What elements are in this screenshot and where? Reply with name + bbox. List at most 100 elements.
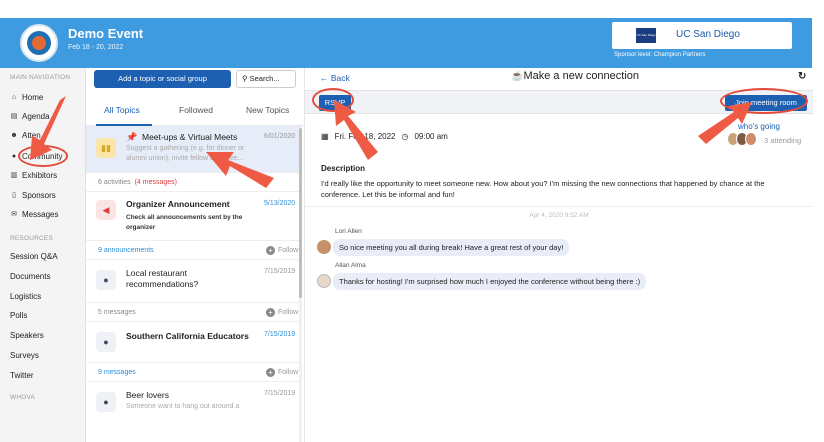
event-title: Demo Event xyxy=(68,26,144,41)
nav-label: Atten xyxy=(22,130,41,140)
whos-going-link[interactable]: who's going xyxy=(738,122,780,131)
clock-icon: ◷ xyxy=(401,132,409,141)
message-count: 9 messages xyxy=(98,369,136,376)
tab-new-topics[interactable]: New Topics xyxy=(246,105,289,115)
message-author: Lori Allen xyxy=(335,228,362,235)
plus-icon: + xyxy=(266,308,275,317)
nav-exhibitors[interactable]: ▥ Exhibitors xyxy=(10,168,57,182)
avatar xyxy=(317,274,331,288)
topic-socal-educators[interactable]: ● Southern California Educators 7/15/201… xyxy=(86,322,302,362)
topic-date: 7/15/2019 xyxy=(264,331,296,338)
follow-button[interactable]: + Follow xyxy=(266,368,298,377)
nav-sponsors[interactable]: ▯ Sponsors xyxy=(10,188,56,202)
topic-subtitle: Someone want to hang out around a xyxy=(126,403,240,410)
topic-beer-lovers[interactable]: ● Beer lovers 7/15/2019 Someone want to … xyxy=(86,382,302,422)
nav-polls[interactable]: Polls xyxy=(10,308,27,322)
nav-session-qa[interactable]: Session Q&A xyxy=(10,249,58,263)
topic-subtitle: Check all announcements sent by the orga… xyxy=(126,214,243,231)
main-nav-label: MAIN NAVIGATION xyxy=(10,74,71,81)
scrollbar-thumb[interactable] xyxy=(299,128,302,298)
badge-icon: ▯ xyxy=(12,192,16,199)
nav-label: Exhibitors xyxy=(22,170,58,180)
tab-all-topics[interactable]: All Topics xyxy=(104,105,140,115)
attendee-avatars[interactable] xyxy=(725,132,761,146)
topic-subtitle: Suggest a gathering (e.g. for dinner or … xyxy=(126,145,245,162)
pin-icon: 📌 xyxy=(126,132,138,142)
plus-icon: + xyxy=(266,246,275,255)
nav-label: Agenda xyxy=(22,111,50,121)
nav-home[interactable]: ⌂ Home xyxy=(10,90,43,104)
nav-documents[interactable]: Documents xyxy=(10,269,50,283)
event-header: Demo Event Feb 18 - 20, 2022 UC San Dieg… xyxy=(0,18,812,68)
follow-button[interactable]: + Follow xyxy=(266,308,298,317)
megaphone-icon: ◀ xyxy=(96,200,116,220)
chat-icon: ● xyxy=(96,392,116,412)
annotation-circle xyxy=(720,88,808,114)
message-bubble: Thanks for hosting! I'm surprised how mu… xyxy=(333,273,647,290)
nav-agenda[interactable]: ▤ Agenda xyxy=(10,109,50,123)
event-time-text: 09:00 am xyxy=(414,132,448,141)
refresh-icon[interactable]: ↻ xyxy=(798,71,806,82)
annotation-circle xyxy=(312,88,354,112)
search-icon: ⚲ xyxy=(242,74,248,83)
divider xyxy=(305,206,813,207)
avatar xyxy=(317,240,331,254)
avatar xyxy=(745,132,757,146)
message-timestamp: Apr 4, 2020 9:52 AM xyxy=(529,212,589,219)
nav-twitter[interactable]: Twitter xyxy=(10,368,34,382)
people-icon: ☻ xyxy=(10,131,18,139)
topics-column: Add a topic or social group ⚲ Search... … xyxy=(86,68,304,442)
nav-label: Home xyxy=(22,92,44,102)
nav-surveys[interactable]: Surveys xyxy=(10,348,39,362)
topic-date: 6/01/2020 xyxy=(264,133,296,140)
event-logo xyxy=(20,24,58,62)
sponsor-banner[interactable]: UC San Diego UC San Diego xyxy=(612,22,792,49)
add-topic-button[interactable]: Add a topic or social group xyxy=(94,70,231,88)
sponsor-level: Sponsor level: Champion Partners xyxy=(614,52,706,58)
home-icon: ⌂ xyxy=(11,93,17,101)
nav-attendees[interactable]: ☻ Atten xyxy=(10,128,41,142)
follow-button[interactable]: + Follow xyxy=(266,246,298,255)
coffee-icon: ☕ xyxy=(511,71,524,82)
topic-tabs: All Topics Followed New Topics xyxy=(86,100,304,126)
message-bubble: So nice meeting you all during break! Ha… xyxy=(333,239,570,256)
topic-title: Organizer Announcement xyxy=(126,199,230,209)
chat-icon: ● xyxy=(96,270,116,290)
envelope-icon: ✉ xyxy=(11,211,17,218)
sponsor-name: UC San Diego xyxy=(676,29,740,40)
topic-restaurants[interactable]: ● Local restaurant recommendations? 7/15… xyxy=(86,260,302,302)
topic-date: 7/15/2019 xyxy=(264,390,296,397)
plus-icon: + xyxy=(266,368,275,377)
message-count: 5 messages xyxy=(98,309,136,316)
nav-messages[interactable]: ✉ Messages xyxy=(10,207,58,221)
building-icon: ▥ xyxy=(10,172,18,179)
back-link[interactable]: ← Back xyxy=(320,73,350,83)
topic-meta: 6 activities (4 messages) xyxy=(86,172,302,192)
resources-label: RESOURCES xyxy=(10,235,53,242)
nav-speakers[interactable]: Speakers xyxy=(10,328,44,342)
topic-title: Beer lovers xyxy=(126,390,169,400)
nav-label: Sponsors xyxy=(22,190,56,200)
topic-title: Local restaurant recommendations? xyxy=(126,268,199,289)
whova-label: WHOVA xyxy=(10,394,36,401)
topic-organizer[interactable]: ◀ Organizer Announcement 5/13/2020 Check… xyxy=(86,192,302,240)
topic-meta: 9 announcements + Follow xyxy=(86,240,302,260)
nav-label: Messages xyxy=(22,209,59,219)
announcement-count: 9 announcements xyxy=(98,247,154,254)
chat-icon: ● xyxy=(96,332,116,352)
topic-icon: ▮▮ xyxy=(96,138,116,158)
calendar-icon: ▤ xyxy=(10,113,18,120)
page-title: ☕Make a new connection xyxy=(511,70,640,82)
tab-followed[interactable]: Followed xyxy=(179,105,213,115)
event-date-text: Fri. Feb 18, 2022 xyxy=(334,132,396,141)
sponsor-logo: UC San Diego xyxy=(636,28,656,43)
search-placeholder: Search... xyxy=(249,74,280,83)
topic-detail-pane: ← Back ☕Make a new connection ↻ RSVP Joi… xyxy=(304,68,813,442)
calendar-icon: ▦ xyxy=(321,132,329,141)
topic-date: 7/15/2019 xyxy=(264,268,296,275)
left-navigation: MAIN NAVIGATION ⌂ Home ▤ Agenda ☻ Atten … xyxy=(0,68,86,442)
nav-logistics[interactable]: Logistics xyxy=(10,289,41,303)
search-input[interactable]: ⚲ Search... xyxy=(236,70,296,88)
topic-meetups[interactable]: ▮▮ 📌 Meet-ups & Virtual Meets 6/01/2020 … xyxy=(86,126,302,172)
topic-title: Meet-ups & Virtual Meets xyxy=(142,132,238,142)
